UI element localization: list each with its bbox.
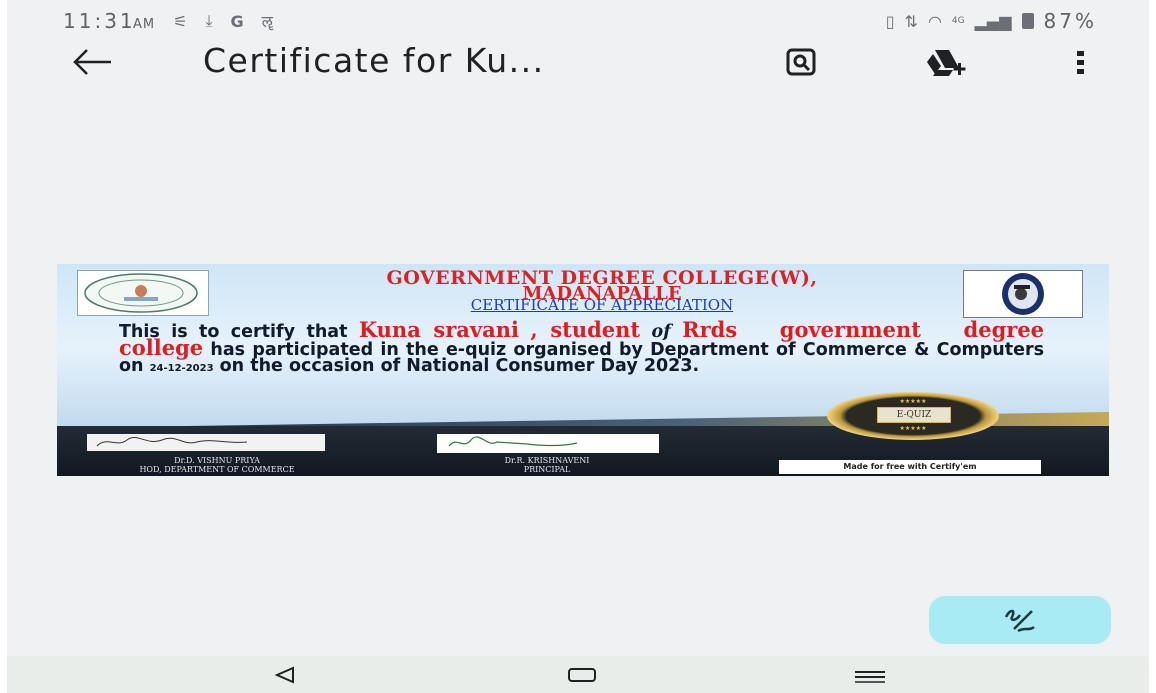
body-student: , student bbox=[530, 317, 641, 342]
body-end: on the occasion of National Consumer Day… bbox=[219, 356, 700, 376]
download-icon: ⤓ bbox=[205, 11, 213, 30]
badge-label: E-QUIZ bbox=[877, 407, 951, 423]
signer-principal: Dr.R. KRISHNAVENI PRINCIPAL bbox=[447, 456, 647, 474]
nav-home-icon[interactable] bbox=[567, 667, 597, 687]
student-name: Kuna sravani bbox=[358, 317, 519, 342]
e-quiz-badge: ★★★★★ E-QUIZ ★★★★★ bbox=[827, 392, 999, 440]
college-logo-left bbox=[77, 270, 209, 316]
battery-percent: 87% bbox=[1043, 9, 1097, 33]
status-time: 11:31 bbox=[63, 9, 136, 33]
vpn-icon: ॡ bbox=[261, 12, 273, 31]
event-date: 24-12-2023 bbox=[149, 363, 214, 374]
signer-principal-title: PRINCIPAL bbox=[523, 465, 571, 474]
status-bar: 11:31 AM ⚟ ⤓ G ॡ ▯ ⇅ ◠ 4G ▂▄▆ 87% bbox=[7, 0, 1149, 42]
battery-icon bbox=[1021, 13, 1034, 29]
document-title: Certificate for Ku... bbox=[203, 41, 545, 80]
phone-screen: 11:31 AM ⚟ ⤓ G ॡ ▯ ⇅ ◠ 4G ▂▄▆ 87% Certif… bbox=[7, 0, 1149, 693]
signer-principal-name: Dr.R. KRISHNAVENI bbox=[504, 456, 590, 465]
add-to-drive-icon[interactable] bbox=[923, 46, 969, 78]
notification-icon: ⚟ bbox=[173, 11, 188, 31]
signal-icon: ▂▄▆ bbox=[974, 11, 1012, 31]
nav-recents-icon[interactable] bbox=[853, 668, 887, 687]
back-arrow-icon[interactable] bbox=[67, 42, 117, 82]
status-left: 11:31 AM ⚟ ⤓ G ॡ bbox=[63, 9, 273, 33]
app-bar: Certificate for Ku... bbox=[7, 42, 1149, 82]
nav-back-icon[interactable] bbox=[273, 666, 297, 688]
navigation-bar bbox=[7, 656, 1149, 693]
status-right: ▯ ⇅ ◠ 4G ▂▄▆ 87% bbox=[886, 9, 1097, 33]
signer-hod-name: Dr.D. VISHNU PRIYA bbox=[174, 456, 260, 465]
badge-stars-top: ★★★★★ bbox=[899, 398, 927, 405]
lens-icon[interactable] bbox=[783, 44, 819, 80]
certificate-body: This is to certify that Kuna sravani , s… bbox=[119, 319, 1044, 377]
signer-hod: Dr.D. VISHNU PRIYA HOD, DEPARTMENT OF CO… bbox=[67, 456, 367, 474]
signature-principal bbox=[437, 434, 659, 453]
volte-icon: 4G bbox=[951, 16, 965, 26]
certificate-image: GOVERNMENT DEGREE COLLEGE(W), MADANAPALL… bbox=[57, 264, 1109, 476]
wifi-icon: ◠ bbox=[927, 11, 942, 31]
more-options-icon[interactable] bbox=[1071, 46, 1091, 78]
body-of: of bbox=[651, 322, 671, 342]
edit-sign-icon bbox=[1004, 609, 1035, 633]
status-ampm: AM bbox=[133, 17, 156, 32]
made-with-label: Made for free with Certify'em bbox=[779, 460, 1041, 474]
certificate-heading: CERTIFICATE OF APPRECIATION bbox=[470, 296, 734, 314]
fill-and-sign-button[interactable] bbox=[929, 596, 1111, 644]
google-icon: G bbox=[230, 11, 244, 31]
vibrate-icon: ▯ bbox=[885, 11, 895, 31]
signature-hod bbox=[87, 434, 325, 451]
signer-hod-title: HOD, DEPARTMENT OF COMMERCE bbox=[139, 465, 295, 474]
data-arrows-icon: ⇅ bbox=[904, 11, 918, 31]
badge-stars-bottom: ★★★★★ bbox=[899, 425, 927, 432]
